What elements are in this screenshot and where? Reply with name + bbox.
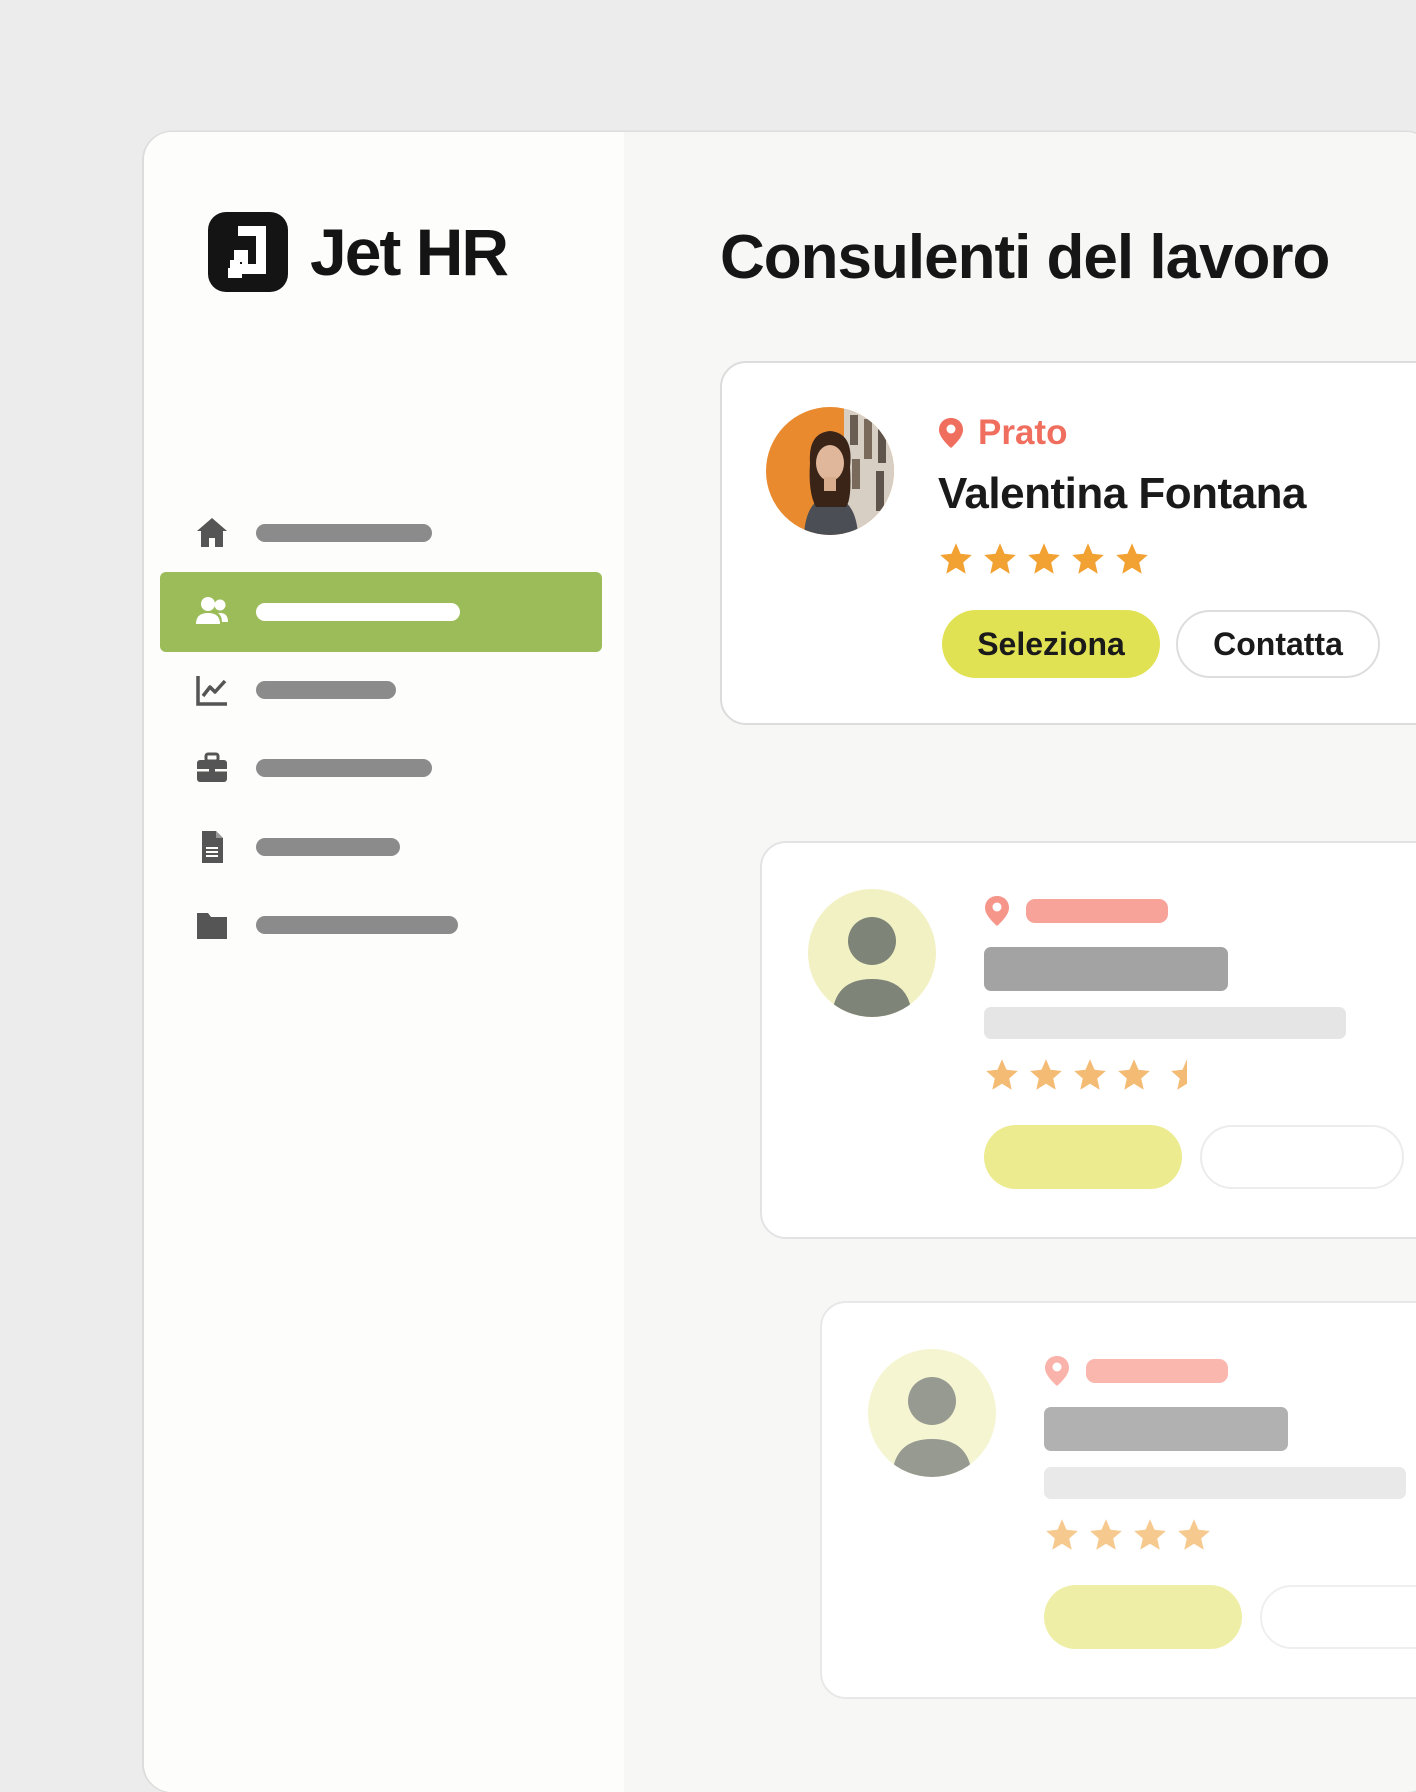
home-icon	[194, 515, 230, 551]
map-pin-icon	[939, 418, 963, 448]
contact-button[interactable]: Contatta	[1176, 610, 1380, 678]
star-icon	[1028, 543, 1060, 574]
user-icon	[892, 1377, 972, 1477]
star-icon	[984, 543, 1016, 574]
brand-logo[interactable]: Jet HR	[208, 212, 509, 292]
star-icon	[1178, 1519, 1210, 1550]
document-icon	[194, 829, 230, 865]
star-icon	[1134, 1519, 1166, 1550]
star-icon	[1074, 1059, 1106, 1090]
subtitle-placeholder	[984, 1007, 1346, 1039]
map-pin-icon	[985, 896, 1009, 926]
sidebar-item-label	[256, 603, 460, 621]
map-pin-icon	[1045, 1356, 1069, 1386]
select-button-placeholder[interactable]	[984, 1125, 1182, 1189]
app-window: Jet HR Consulenti del lavoro Prato Valen…	[144, 132, 1416, 1792]
chart-line-icon	[194, 672, 230, 708]
sidebar: Jet HR	[144, 132, 624, 1792]
consultant-card[interactable]: Prato Valentina Fontana Seleziona Contat…	[720, 361, 1416, 725]
rating-stars	[1044, 1517, 1212, 1553]
star-icon	[940, 543, 972, 574]
avatar-placeholder	[868, 1349, 996, 1477]
star-icon	[986, 1059, 1018, 1090]
jet-hr-logo-icon	[208, 212, 288, 292]
location-text: Prato	[978, 413, 1068, 452]
star-icon	[1118, 1059, 1150, 1090]
sidebar-item-label	[256, 838, 400, 856]
star-icon	[1030, 1059, 1062, 1090]
rating-stars	[984, 1057, 1196, 1093]
avatar-placeholder	[808, 889, 936, 1017]
name-placeholder	[1044, 1407, 1288, 1451]
star-half-icon	[1171, 1059, 1187, 1090]
location-placeholder	[1086, 1359, 1228, 1383]
star-icon	[1072, 543, 1104, 574]
sidebar-item-label	[256, 524, 432, 542]
sidebar-item-documents[interactable]	[160, 807, 602, 887]
user-icon	[832, 917, 912, 1017]
consultant-card-placeholder[interactable]	[760, 841, 1416, 1239]
location: Prato	[938, 413, 1067, 453]
location-placeholder	[1026, 899, 1168, 923]
sidebar-item-files[interactable]	[160, 885, 602, 965]
folder-icon	[194, 907, 230, 943]
sidebar-item-label	[256, 916, 458, 934]
sidebar-item-home[interactable]	[160, 493, 602, 573]
select-button[interactable]: Seleziona	[942, 610, 1160, 678]
page-title: Consulenti del lavoro	[720, 223, 1330, 292]
consultant-name: Valentina Fontana	[938, 469, 1307, 518]
name-placeholder	[984, 947, 1228, 991]
star-icon	[1090, 1519, 1122, 1550]
star-icon	[1116, 543, 1148, 574]
star-icon	[1046, 1519, 1078, 1550]
users-icon	[194, 594, 230, 630]
rating-stars	[938, 541, 1150, 577]
subtitle-placeholder	[1044, 1467, 1406, 1499]
sidebar-item-jobs[interactable]	[160, 728, 602, 808]
sidebar-item-consultants[interactable]	[160, 572, 602, 652]
brand-name: Jet HR	[310, 215, 509, 289]
sidebar-item-label	[256, 681, 396, 699]
avatar	[766, 407, 894, 535]
briefcase-icon	[194, 750, 230, 786]
consultant-card-placeholder[interactable]	[820, 1301, 1416, 1699]
sidebar-item-label	[256, 759, 432, 777]
contact-button-placeholder[interactable]	[1200, 1125, 1404, 1189]
contact-button-placeholder[interactable]	[1260, 1585, 1416, 1649]
select-button-placeholder[interactable]	[1044, 1585, 1242, 1649]
sidebar-item-analytics[interactable]	[160, 650, 602, 730]
